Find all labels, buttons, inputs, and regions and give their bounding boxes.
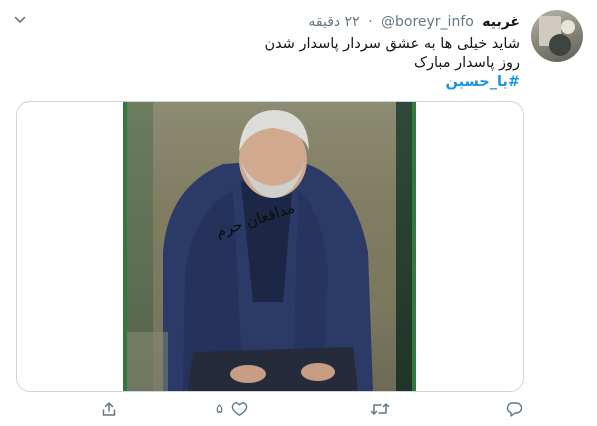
user-handle[interactable]: @boreyr_info (381, 14, 474, 30)
reply-button[interactable] (506, 392, 523, 426)
like-count: ۵ (216, 401, 223, 417)
photo-illustration: مدافعان حرم (123, 110, 373, 391)
share-button[interactable] (101, 392, 117, 426)
tweet-header: غربیه @boreyr_info · ۲۲ دقیقه (308, 12, 520, 32)
share-icon (102, 402, 116, 416)
tweet-actions: ۵ (0, 392, 597, 426)
hashtag-link[interactable]: #یا_حسین (100, 73, 520, 92)
tweet-media[interactable]: مدافعان حرم (16, 101, 524, 392)
tweet-text-line: روز پاسدار مبارک (413, 55, 520, 71)
header-separator: · (368, 14, 373, 30)
display-name[interactable]: غربیه (482, 14, 520, 30)
like-button[interactable]: ۵ (216, 392, 248, 426)
avatar[interactable] (531, 10, 583, 62)
like-icon (231, 402, 248, 416)
retweet-icon (370, 403, 390, 415)
tweet-photo[interactable]: مدافعان حرم (123, 102, 416, 391)
tweet-text: شاید خیلی ها به عشق سردار پاسدار شدن روز… (100, 35, 520, 92)
reply-icon (506, 402, 523, 417)
tweet-text-line: شاید خیلی ها به عشق سردار پاسدار شدن (264, 36, 520, 52)
tweet-timestamp[interactable]: ۲۲ دقیقه (308, 14, 359, 30)
retweet-button[interactable] (370, 392, 390, 426)
chevron-down-icon[interactable] (14, 14, 26, 26)
tweet-card[interactable]: غربیه @boreyr_info · ۲۲ دقیقه شاید خیلی … (0, 0, 597, 426)
